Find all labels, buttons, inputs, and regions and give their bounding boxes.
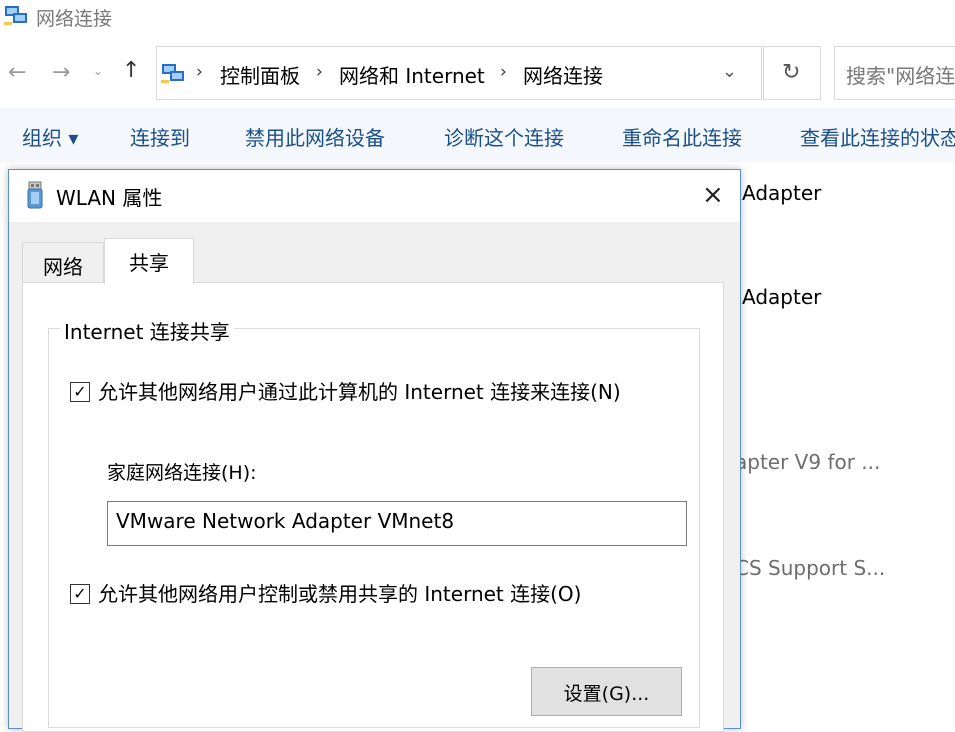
breadcrumb-network-connections[interactable]: 网络连接 [523,60,603,89]
allow-share-label[interactable]: 允许其他网络用户通过此计算机的 Internet 连接来连接(N) [98,376,621,405]
network-connections-icon [161,64,184,83]
settings-button[interactable]: 设置(G)... [531,667,682,716]
disable-device-button[interactable]: 禁用此网络设备 [245,122,385,151]
list-item[interactable]: CS Support S... [735,556,885,580]
tab-network[interactable]: 网络 [22,242,104,282]
allow-control-label[interactable]: 允许其他网络用户控制或禁用共享的 Internet 连接(O) [98,578,581,607]
home-network-label: 家庭网络连接(H): [107,462,257,484]
breadcrumb-separator[interactable]: › [500,62,507,82]
usb-wireless-adapter-icon [27,181,43,209]
connect-to-button[interactable]: 连接到 [130,122,190,151]
tab-sharing[interactable]: 共享 [104,238,194,284]
list-item[interactable]: apter V9 for ... [735,450,880,474]
recent-locations-dropdown[interactable]: ⌄ [93,64,103,78]
window-title: 网络连接 [36,8,113,30]
breadcrumb-separator[interactable]: › [196,62,203,82]
organize-menu[interactable]: 组织 ▾ [22,122,78,151]
rename-button[interactable]: 重命名此连接 [622,122,742,151]
view-status-button[interactable]: 查看此连接的状态 [800,122,955,151]
breadcrumb-control-panel[interactable]: 控制面板 [220,60,300,89]
diagnose-button[interactable]: 诊断这个连接 [444,122,564,151]
ics-group-title: Internet 连接共享 [60,316,234,345]
allow-control-checkbox[interactable]: ✓ [70,584,90,604]
network-connections-icon [4,6,27,25]
dialog-title: WLAN 属性 [56,186,163,210]
explorer-title-bar [0,0,955,34]
list-item[interactable]: Adapter [742,181,821,205]
search-placeholder: 搜索"网络连 [846,64,955,88]
back-button[interactable]: ← [8,60,26,85]
breadcrumb-separator[interactable]: › [316,62,323,82]
allow-share-checkbox[interactable]: ✓ [70,382,90,402]
breadcrumb-network-internet[interactable]: 网络和 Internet [339,60,485,89]
list-item[interactable]: Adapter [742,285,821,309]
up-button[interactable]: ↑ [122,58,140,83]
refresh-button[interactable]: ↻ [782,60,800,85]
close-icon[interactable]: × [702,180,724,210]
address-dropdown-button[interactable]: ⌄ [722,61,737,82]
home-network-value[interactable]: VMware Network Adapter VMnet8 [116,509,454,533]
forward-button[interactable]: → [52,60,70,85]
